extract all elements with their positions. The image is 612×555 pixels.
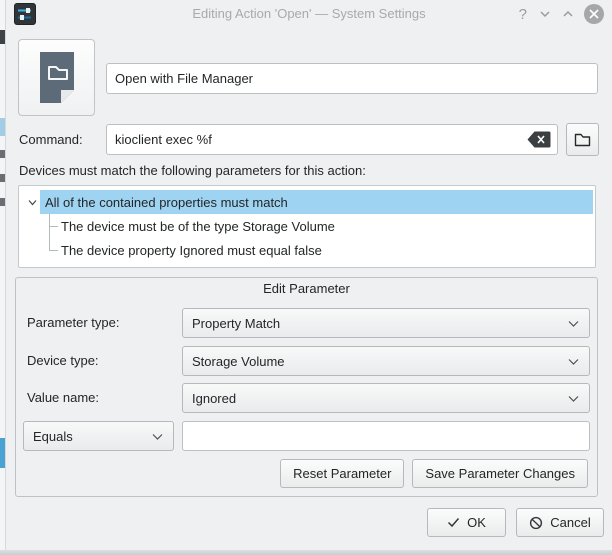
ok-label: OK [467, 515, 486, 530]
backspace-icon [527, 131, 551, 148]
file-manager-icon [34, 51, 80, 105]
tree-item-device-property[interactable]: The device property Ignored must equal f… [19, 238, 594, 262]
reset-parameter-button[interactable]: Reset Parameter [280, 459, 404, 488]
minimize-button[interactable] [538, 7, 552, 21]
value-name-select[interactable]: Ignored [182, 383, 590, 413]
parameter-value-input[interactable] [182, 421, 590, 451]
expander-chevron-icon[interactable] [27, 197, 38, 208]
ok-button[interactable]: OK [427, 508, 506, 537]
cancel-icon [529, 516, 543, 530]
browse-command-button[interactable] [566, 123, 599, 156]
action-name-input[interactable] [106, 63, 598, 94]
close-button[interactable] [584, 4, 604, 24]
value-name-label: Value name: [27, 390, 99, 405]
chevron-down-icon [151, 432, 164, 441]
tree-item-label: The device property Ignored must equal f… [61, 243, 322, 258]
clear-text-button[interactable] [527, 131, 551, 148]
save-parameter-changes-button[interactable]: Save Parameter Changes [412, 459, 588, 488]
cancel-button[interactable]: Cancel [516, 508, 604, 537]
cancel-label: Cancel [550, 515, 590, 530]
tree-item-device-type[interactable]: The device must be of the type Storage V… [19, 214, 594, 238]
tree-item-all-properties[interactable]: All of the contained properties must mat… [19, 190, 594, 214]
chevron-down-icon [567, 357, 580, 366]
edit-action-dialog: Editing Action 'Open' — System Settings … [5, 0, 612, 550]
tree-item-label: The device must be of the type Storage V… [61, 219, 335, 234]
maximize-button[interactable] [561, 7, 575, 21]
chevron-down-icon [567, 319, 580, 328]
folder-icon [574, 132, 591, 147]
check-icon [447, 517, 460, 528]
tree-item-label: All of the contained properties must mat… [45, 195, 288, 210]
groupbox-title: Edit Parameter [16, 281, 597, 296]
help-button[interactable]: ? [517, 7, 529, 22]
parameter-type-label: Parameter type: [27, 315, 120, 330]
chevron-down-icon [567, 394, 580, 403]
device-type-label: Device type: [27, 353, 99, 368]
selected-value: Ignored [192, 391, 236, 406]
titlebar[interactable]: Editing Action 'Open' — System Settings … [6, 0, 612, 28]
selected-value: Property Match [192, 316, 280, 331]
action-icon-button[interactable] [18, 39, 95, 116]
parameter-type-select[interactable]: Property Match [182, 308, 590, 338]
background-bottom-strip [0, 550, 612, 555]
command-input[interactable] [106, 124, 558, 155]
devices-match-label: Devices must match the following paramet… [19, 163, 366, 178]
close-icon [589, 9, 599, 19]
edit-parameter-group: Edit Parameter Parameter type: Property … [15, 277, 598, 497]
operator-select[interactable]: Equals [23, 421, 174, 451]
selected-value: Equals [33, 429, 73, 444]
device-type-select[interactable]: Storage Volume [182, 346, 590, 376]
command-label: Command: [19, 132, 83, 147]
parameters-tree[interactable]: All of the contained properties must mat… [18, 185, 596, 268]
selected-value: Storage Volume [192, 354, 285, 369]
